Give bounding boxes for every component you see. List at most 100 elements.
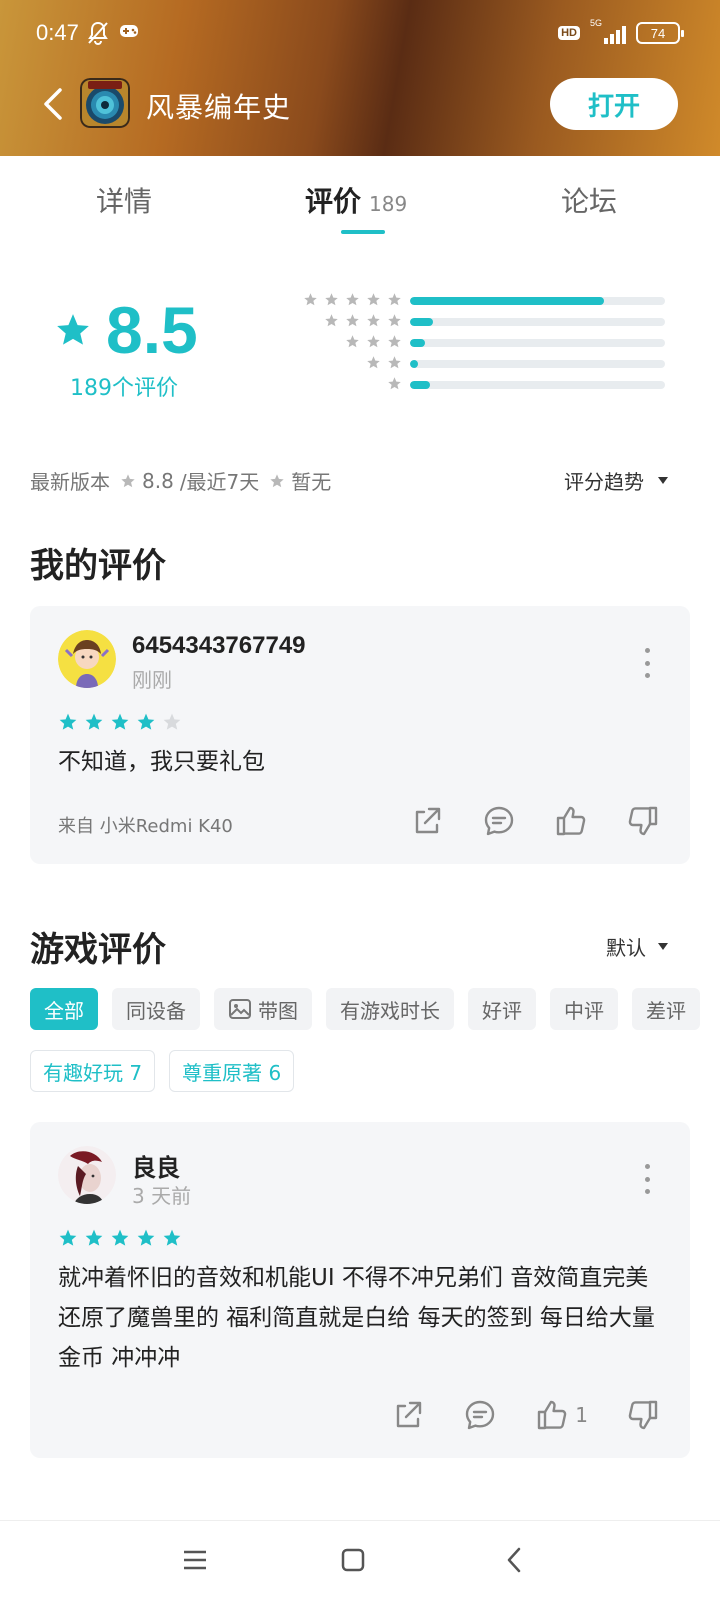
dislike-button[interactable] (626, 1398, 660, 1432)
recent-7-days-label: /最近7天 (179, 470, 260, 494)
rating-summary: 8.5 189个评价 (0, 280, 720, 420)
filter-same-device[interactable]: 同设备 (112, 988, 200, 1030)
star-icon (388, 314, 401, 327)
filter-with-image[interactable]: 带图 (214, 988, 312, 1030)
review-text: 就冲着怀旧的音效和机能UI 不得不冲兄弟们 音效简直完美还原了魔兽里的 福利简直… (58, 1265, 655, 1371)
battery-icon: 74 (636, 22, 684, 44)
menu-button[interactable] (178, 1543, 212, 1577)
signal-icon: 5G (590, 18, 626, 44)
home-button[interactable] (336, 1543, 370, 1577)
tab-reviews[interactable]: 评价 189 (305, 180, 407, 220)
review-actions: 1 (391, 1398, 660, 1432)
star-icon (388, 377, 401, 390)
filter-playtime[interactable]: 有游戏时长 (326, 988, 454, 1030)
star-icon (325, 314, 338, 327)
distribution-stars (387, 376, 402, 391)
system-back-button[interactable] (498, 1543, 532, 1577)
tag-fun[interactable]: 有趣好玩 7 (30, 1050, 156, 1092)
distribution-bar-track (410, 297, 665, 305)
filter-with-image-label: 带图 (258, 998, 298, 1023)
star-icon (137, 713, 155, 730)
distribution-bar-track (410, 381, 665, 389)
status-time: 0:47 (36, 20, 79, 45)
version-prefix: 最新版本 (30, 470, 110, 494)
share-button[interactable] (410, 804, 444, 838)
rating-trend-dropdown[interactable]: 评分趋势 (564, 466, 668, 495)
review-stars (58, 1228, 182, 1248)
my-review-card: 6454343767749 刚刚 不知道，我只要礼包 来自 小米Redmi K4… (30, 606, 690, 864)
distribution-stars (345, 334, 402, 349)
back-button[interactable] (38, 84, 68, 124)
score-value: 8.5 (106, 293, 198, 367)
tab-details[interactable]: 详情 (96, 180, 152, 220)
distribution-bar-fill (410, 318, 433, 326)
star-icon (111, 1229, 129, 1246)
comment-button[interactable] (463, 1398, 497, 1432)
tag-faithful[interactable]: 尊重原著 6 (169, 1050, 295, 1092)
distribution-row-4-star (280, 313, 670, 334)
latest-version-score: 8.8 (142, 468, 174, 493)
caret-down-icon (658, 943, 668, 950)
version-rating-line: 最新版本 8.8 /最近7天 暂无 (30, 466, 331, 495)
app-header: 0:47 HD 5G 74 风暴编年史 打开 (0, 0, 720, 156)
star-icon (325, 293, 338, 306)
distribution-bar-track (410, 339, 665, 347)
tab-details-label: 详情 (96, 185, 153, 218)
distribution-row-3-star (280, 334, 670, 355)
like-button[interactable] (554, 804, 588, 838)
avatar[interactable] (58, 630, 116, 688)
filter-positive[interactable]: 好评 (468, 988, 536, 1030)
distribution-stars (324, 313, 402, 328)
share-icon (397, 1401, 422, 1428)
sort-dropdown[interactable]: 默认 (606, 932, 668, 961)
distribution-bar-track (410, 318, 665, 326)
star-icon (367, 293, 380, 306)
battery-level: 74 (650, 25, 666, 41)
star-icon (346, 293, 359, 306)
star-icon (367, 335, 380, 348)
star-icon (346, 335, 359, 348)
comment-icon (466, 1400, 495, 1430)
active-tab-indicator (341, 230, 385, 234)
distribution-bar-fill (410, 381, 431, 389)
overall-score: 8.5 (54, 292, 198, 368)
filter-all[interactable]: 全部 (30, 988, 98, 1030)
comment-button[interactable] (482, 804, 516, 838)
thumbs-up-icon (556, 806, 586, 836)
avatar[interactable] (58, 1146, 116, 1204)
more-options-button[interactable] (642, 1164, 652, 1194)
rating-distribution (280, 292, 670, 397)
filter-negative[interactable]: 差评 (632, 988, 700, 1030)
distribution-bar-fill (410, 360, 418, 368)
tag-chips: 有趣好玩 7 尊重原著 6 (30, 1050, 295, 1092)
status-bar: 0:47 HD 5G 74 (0, 0, 720, 68)
more-options-button[interactable] (642, 648, 652, 678)
distribution-row-1-star (280, 376, 670, 397)
like-button[interactable]: 1 (535, 1398, 588, 1432)
star-icon (137, 1229, 155, 1246)
star-icon (304, 293, 317, 306)
status-right: HD 5G 74 (558, 18, 684, 44)
username[interactable]: 良良 (132, 1148, 180, 1183)
thumbs-down-icon (628, 806, 658, 836)
nav-row: 风暴编年史 打开 (0, 74, 720, 134)
distribution-bar-fill (410, 297, 604, 305)
app-icon (80, 78, 130, 128)
share-icon (415, 807, 441, 834)
distribution-row-2-star (280, 355, 670, 376)
tab-reviews-count: 189 (369, 192, 408, 216)
back-icon (507, 1547, 521, 1573)
recent-score: 暂无 (291, 470, 332, 494)
comment-icon (484, 806, 514, 836)
username[interactable]: 6454343767749 (132, 632, 306, 660)
hd-badge: HD (558, 26, 580, 40)
open-button[interactable]: 打开 (550, 78, 678, 130)
share-button[interactable] (391, 1398, 425, 1432)
review-stars (58, 712, 182, 732)
dislike-button[interactable] (626, 804, 660, 838)
tab-reviews-label: 评价 (305, 185, 362, 218)
star-icon (163, 713, 181, 730)
star-icon (388, 293, 401, 306)
tab-forum[interactable]: 论坛 (561, 180, 617, 220)
filter-neutral[interactable]: 中评 (550, 988, 618, 1030)
